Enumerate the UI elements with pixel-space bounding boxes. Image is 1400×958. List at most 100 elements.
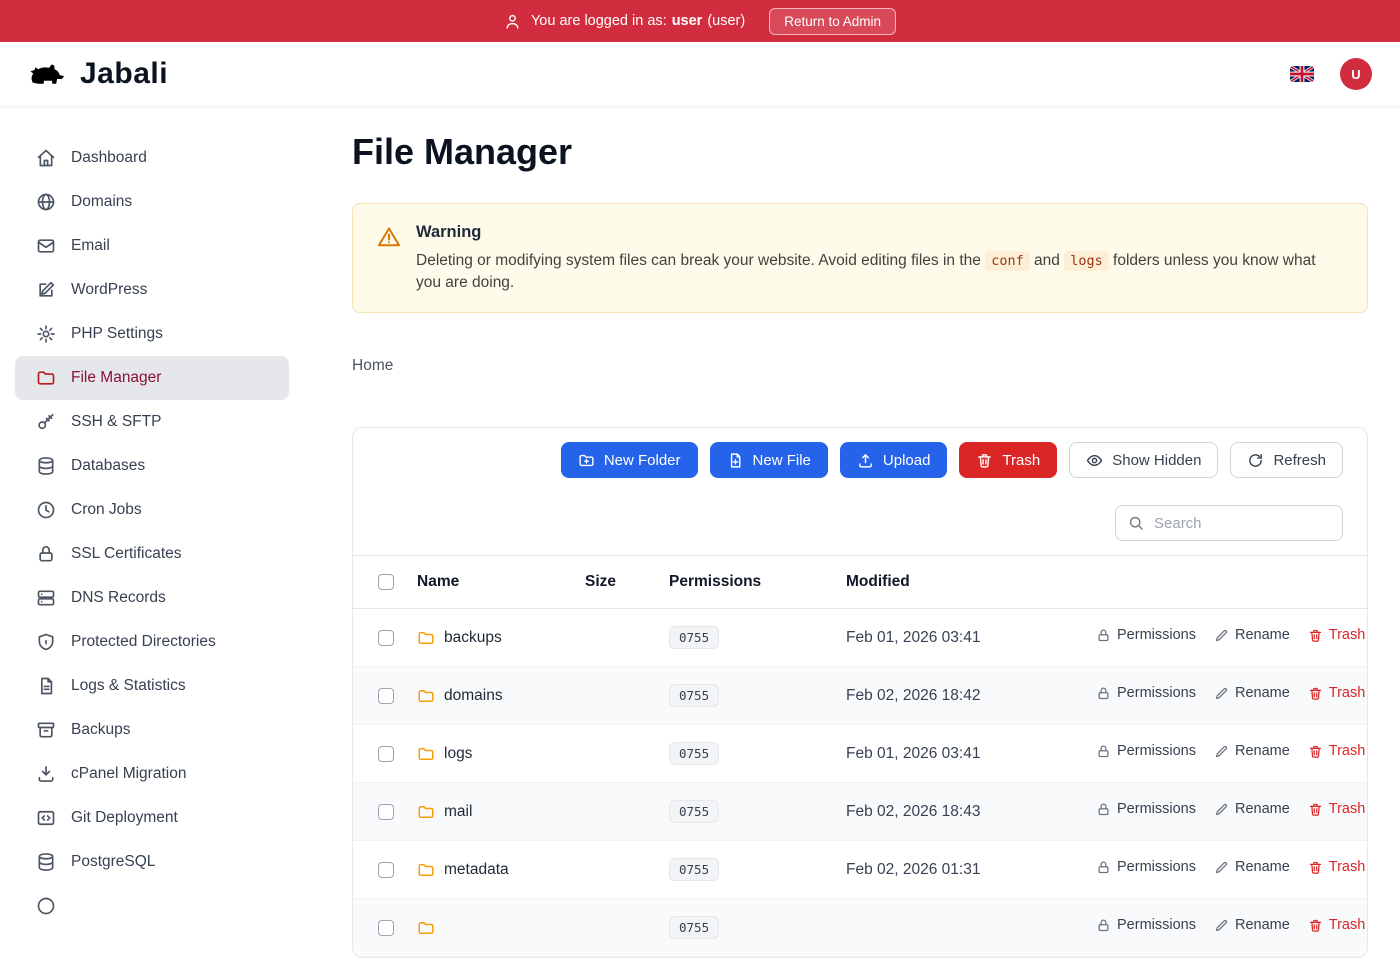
rename-action[interactable]: Rename bbox=[1214, 917, 1290, 933]
trash-action[interactable]: Trash bbox=[1308, 627, 1366, 643]
refresh-icon bbox=[1247, 452, 1264, 469]
upload-icon bbox=[857, 452, 874, 469]
sidebar-item-partial[interactable] bbox=[15, 884, 289, 928]
lock-icon bbox=[1096, 918, 1111, 933]
archive-box-icon bbox=[36, 720, 56, 740]
refresh-button[interactable]: Refresh bbox=[1230, 442, 1343, 478]
permissions-action[interactable]: Permissions bbox=[1096, 743, 1196, 759]
trash-action[interactable]: Trash bbox=[1308, 859, 1366, 875]
sidebar-item-databases[interactable]: Databases bbox=[15, 444, 289, 488]
trash-icon bbox=[1308, 744, 1323, 759]
sidebar-item-file-manager[interactable]: File Manager bbox=[15, 356, 289, 400]
trash-icon bbox=[976, 452, 993, 469]
banner-username: user bbox=[672, 13, 703, 29]
sidebar-item-label: cPanel Migration bbox=[71, 765, 186, 783]
banner-message: You are logged in as: user (user) bbox=[531, 13, 745, 29]
select-all-checkbox[interactable] bbox=[378, 574, 394, 590]
permissions-action[interactable]: Permissions bbox=[1096, 801, 1196, 817]
permissions-badge: 0755 bbox=[669, 626, 719, 649]
sidebar-item-backups[interactable]: Backups bbox=[15, 708, 289, 752]
clock-icon bbox=[36, 500, 56, 520]
sidebar-item-cpanel-migration[interactable]: cPanel Migration bbox=[15, 752, 289, 796]
user-avatar[interactable]: U bbox=[1340, 58, 1372, 90]
sidebar-item-cron-jobs[interactable]: Cron Jobs bbox=[15, 488, 289, 532]
sidebar-item-label: Backups bbox=[71, 721, 130, 739]
rename-action[interactable]: Rename bbox=[1214, 743, 1290, 759]
folder-plus-icon bbox=[578, 452, 595, 469]
user-icon bbox=[504, 13, 521, 30]
trash-action[interactable]: Trash bbox=[1308, 801, 1366, 817]
row-checkbox[interactable] bbox=[378, 804, 394, 820]
mail-icon bbox=[36, 236, 56, 256]
row-checkbox[interactable] bbox=[378, 688, 394, 704]
folder-icon bbox=[36, 368, 56, 388]
rename-action[interactable]: Rename bbox=[1214, 801, 1290, 817]
toolbar: New Folder New File Upload Trash Show Hi… bbox=[353, 428, 1367, 492]
rename-action[interactable]: Rename bbox=[1214, 859, 1290, 875]
row-checkbox[interactable] bbox=[378, 746, 394, 762]
size-cell bbox=[573, 899, 657, 957]
sidebar-item-label: SSL Certificates bbox=[71, 545, 182, 563]
sidebar-item-dashboard[interactable]: Dashboard bbox=[15, 136, 289, 180]
trash-action[interactable]: Trash bbox=[1308, 917, 1366, 933]
row-checkbox[interactable] bbox=[378, 862, 394, 878]
folder-name-link[interactable]: mail bbox=[444, 803, 472, 821]
breadcrumb-home[interactable]: Home bbox=[352, 357, 393, 374]
trash-icon bbox=[1308, 802, 1323, 817]
brand-logo[interactable]: Jabali bbox=[28, 57, 168, 91]
search-box bbox=[1115, 505, 1343, 541]
impersonation-banner: You are logged in as: user (user) Return… bbox=[0, 0, 1400, 42]
size-cell bbox=[573, 609, 657, 667]
sidebar-item-label: DNS Records bbox=[71, 589, 166, 607]
permissions-badge: 0755 bbox=[669, 800, 719, 823]
pencil-icon bbox=[1214, 628, 1229, 643]
lock-icon bbox=[1096, 860, 1111, 875]
folder-icon bbox=[417, 745, 435, 763]
new-file-button[interactable]: New File bbox=[710, 442, 828, 478]
sidebar-item-logs-statistics[interactable]: Logs & Statistics bbox=[15, 664, 289, 708]
return-to-admin-button[interactable]: Return to Admin bbox=[769, 8, 896, 35]
warning-text: Deleting or modifying system files can b… bbox=[416, 250, 1343, 293]
sidebar-item-git-deployment[interactable]: Git Deployment bbox=[15, 796, 289, 840]
permissions-action[interactable]: Permissions bbox=[1096, 917, 1196, 933]
sidebar-item-ssl-certificates[interactable]: SSL Certificates bbox=[15, 532, 289, 576]
permissions-action[interactable]: Permissions bbox=[1096, 627, 1196, 643]
trash-action[interactable]: Trash bbox=[1308, 685, 1366, 701]
pencil-icon bbox=[1214, 860, 1229, 875]
folder-name-link[interactable]: domains bbox=[444, 687, 503, 705]
sidebar-item-wordpress[interactable]: WordPress bbox=[15, 268, 289, 312]
sidebar-item-label: WordPress bbox=[71, 281, 147, 299]
permissions-action[interactable]: Permissions bbox=[1096, 685, 1196, 701]
sidebar-item-email[interactable]: Email bbox=[15, 224, 289, 268]
sidebar-item-label: Databases bbox=[71, 457, 145, 475]
row-checkbox[interactable] bbox=[378, 630, 394, 646]
upload-button[interactable]: Upload bbox=[840, 442, 948, 478]
sidebar-item-dns-records[interactable]: DNS Records bbox=[15, 576, 289, 620]
sidebar-item-label: Git Deployment bbox=[71, 809, 178, 827]
folder-name-link[interactable]: logs bbox=[444, 745, 472, 763]
search-input[interactable] bbox=[1152, 514, 1330, 533]
rename-action[interactable]: Rename bbox=[1214, 627, 1290, 643]
folder-name-link[interactable]: backups bbox=[444, 629, 502, 647]
size-cell bbox=[573, 783, 657, 841]
sidebar-item-protected-directories[interactable]: Protected Directories bbox=[15, 620, 289, 664]
row-checkbox[interactable] bbox=[378, 920, 394, 936]
sidebar-item-domains[interactable]: Domains bbox=[15, 180, 289, 224]
show-hidden-button[interactable]: Show Hidden bbox=[1069, 442, 1218, 478]
sidebar-item-php-settings[interactable]: PHP Settings bbox=[15, 312, 289, 356]
banner-role: (user) bbox=[707, 13, 745, 29]
key-icon bbox=[36, 412, 56, 432]
new-folder-button[interactable]: New Folder bbox=[561, 442, 698, 478]
folder-icon bbox=[417, 861, 435, 879]
sidebar-item-ssh-sftp[interactable]: SSH & SFTP bbox=[15, 400, 289, 444]
folder-name-link[interactable]: metadata bbox=[444, 861, 509, 879]
trash-action[interactable]: Trash bbox=[1308, 743, 1366, 759]
permissions-action[interactable]: Permissions bbox=[1096, 859, 1196, 875]
language-flag-uk[interactable] bbox=[1290, 66, 1314, 82]
search-icon bbox=[1128, 515, 1144, 531]
trash-button[interactable]: Trash bbox=[959, 442, 1057, 478]
sidebar-item-postgresql[interactable]: PostgreSQL bbox=[15, 840, 289, 884]
folder-icon bbox=[417, 803, 435, 821]
pencil-square-icon bbox=[36, 280, 56, 300]
rename-action[interactable]: Rename bbox=[1214, 685, 1290, 701]
